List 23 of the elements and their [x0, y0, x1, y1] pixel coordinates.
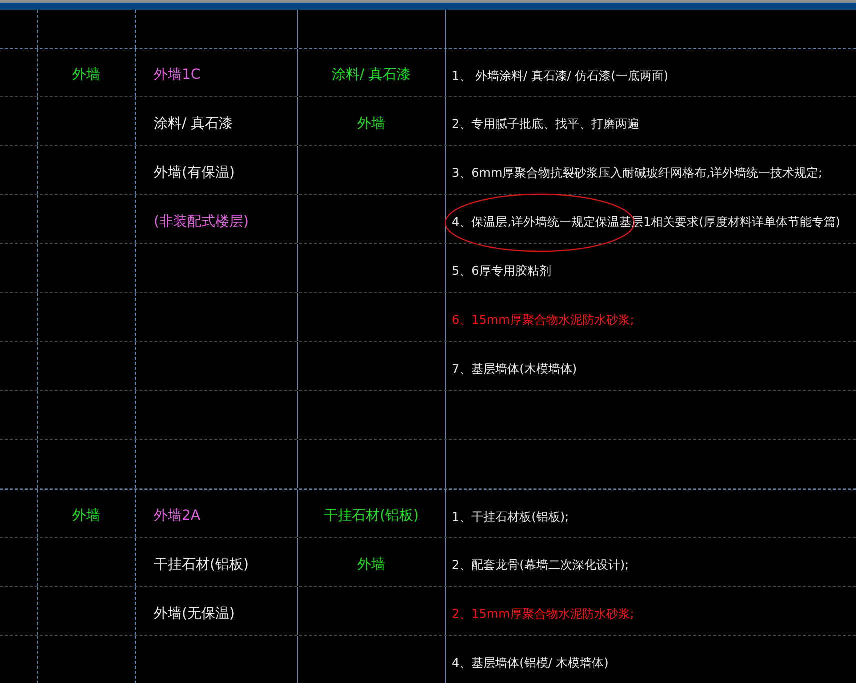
name-text: 涂料/ 真石漆: [154, 114, 234, 134]
category-text: 外墙: [72, 66, 100, 85]
finish-text: 干挂石材(铝板): [324, 507, 419, 526]
layer-text: 1、干挂石材板(铝板);: [452, 508, 570, 526]
category-text: 外墙: [72, 507, 100, 526]
layer-text: 7、基层墙体(木模墙体): [452, 361, 577, 378]
name-text: 外墙(有保温): [154, 164, 235, 182]
layer-text: 5、6厚专用胶粘剂: [452, 263, 552, 280]
name-text: 外墙(无保温): [154, 604, 235, 624]
finish-text: 外墙: [358, 556, 386, 574]
layer-text: 1、 外墙涂料/ 真石漆/ 仿石漆(一底两面): [452, 68, 669, 84]
name-text: 干挂石材(铝板): [154, 556, 249, 574]
layer-text: 2、专用腻子批底、找平、打磨两遍: [452, 116, 640, 133]
name-text: (非装配式楼层): [154, 212, 249, 232]
name-text: 外墙2A: [154, 507, 200, 526]
layer-text: 2、配套龙骨(幕墙二次深化设计);: [452, 557, 630, 574]
name-text: 外墙1C: [154, 66, 201, 85]
layer-text: 2、15mm厚聚合物水泥防水砂浆;: [452, 606, 634, 623]
layer-text: 4、基层墙体(铝模/ 木模墙体): [452, 655, 609, 672]
layer-text: 3、6mm厚聚合物抗裂砂浆压入耐碱玻纤网格布,详外墙统一技术规定;: [452, 165, 823, 182]
finish-text: 外墙: [358, 114, 386, 134]
layer-text: 6、15mm厚聚合物水泥防水砂浆;: [452, 312, 634, 329]
finish-text: 涂料/ 真石漆: [332, 66, 412, 85]
